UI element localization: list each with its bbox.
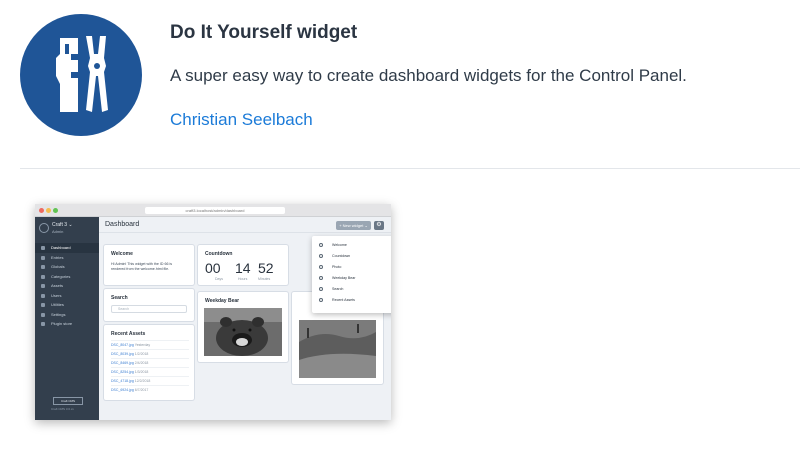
- nav-item-users: Users: [35, 291, 99, 301]
- menu-item-photo: Photo: [318, 262, 391, 272]
- site-switcher: Craft 3 ⌄ Admin: [38, 221, 96, 237]
- url-bar: craft3.localhost/admin/dashboard: [145, 207, 285, 214]
- nav-item-categories: Categories: [35, 272, 99, 282]
- menu-item-search: Search: [318, 284, 391, 294]
- minimize-dot-icon: [46, 208, 51, 213]
- menu-item-countdown: Countdown: [318, 251, 391, 261]
- site-name: Craft 3 ⌄: [52, 222, 73, 228]
- craft-badge: Craft CMS: [53, 397, 83, 405]
- nav-item-assets: Assets: [35, 281, 99, 291]
- site-icon: [39, 223, 49, 233]
- weekday-bear-widget: Weekday Bear: [198, 292, 288, 362]
- cp-sidebar: Craft 3 ⌄ Admin Dashboard Entries Global…: [35, 217, 99, 420]
- folder-icon: [41, 274, 45, 279]
- list-item: DSC_8469.jpg 2/4/2018: [111, 358, 189, 367]
- nav-item-entries: Entries: [35, 253, 99, 263]
- list-item: DSC_8039.jpg 1/2/2018: [111, 349, 189, 358]
- cp-nav: Dashboard Entries Globals Categories Ass…: [35, 243, 99, 329]
- widget-icon: [319, 276, 323, 280]
- widget-heading: Welcome: [111, 251, 133, 257]
- gauge-icon: [41, 246, 45, 250]
- nav-item-plugin-store: Plugin store: [35, 319, 99, 329]
- countdown-days: 00: [205, 260, 221, 276]
- recent-assets-widget: Recent Assets DSC_8047.jpg Yesterday DSC…: [104, 325, 194, 400]
- gear-icon: ⚙: [374, 221, 384, 230]
- widget-icon: [319, 265, 323, 269]
- craft-version: Craft CMS 3.0.xx: [51, 407, 74, 411]
- countdown-hours-label: Hours: [238, 277, 248, 281]
- image-icon: [41, 284, 45, 288]
- list-item: DSC_8047.jpg Yesterday: [111, 340, 189, 349]
- users-icon: [41, 293, 45, 298]
- menu-item-welcome: Welcome: [318, 240, 391, 250]
- close-dot-icon: [39, 208, 44, 213]
- countdown-minutes: 52: [258, 260, 274, 276]
- plugin-logo: [20, 14, 142, 136]
- landscape-photo: [299, 320, 376, 378]
- bear-photo: [204, 308, 282, 356]
- plugin-screenshot: craft3.localhost/admin/dashboard Craft 3…: [35, 204, 391, 420]
- new-widget-menu: Welcome Countdown Photo Weekday Bear Sea…: [312, 236, 391, 313]
- divider: [20, 168, 800, 169]
- plugin-description: A super easy way to create dashboard wid…: [170, 66, 687, 85]
- nav-item-globals: Globals: [35, 262, 99, 272]
- widget-icon: [319, 254, 323, 258]
- countdown-hours: 14: [235, 260, 251, 276]
- widget-heading: Countdown: [205, 251, 233, 257]
- menu-item-recent-assets: Recent Assets: [318, 295, 391, 305]
- widget-heading: Recent Assets: [111, 331, 146, 337]
- search-widget: Search Search: [104, 289, 194, 321]
- nav-item-dashboard: Dashboard: [35, 243, 99, 253]
- welcome-text: rendered from the welcome.html file.: [111, 267, 170, 271]
- countdown-widget: Countdown 00 14 52 Days Hours Minutes: [198, 245, 288, 285]
- countdown-minutes-label: Minutes: [258, 277, 271, 281]
- cp-content: Dashboard + New widget ⌄ ⚙ Welcome Hi Ad…: [99, 217, 391, 420]
- page-title: Dashboard: [105, 221, 140, 228]
- menu-item-weekday-bear: Weekday Bear: [318, 273, 391, 283]
- widget-heading: Search: [111, 295, 128, 301]
- welcome-widget: Welcome Hi Admin! This widget with the I…: [104, 245, 194, 285]
- search-input: Search: [111, 305, 187, 313]
- site-user: Admin: [52, 229, 64, 234]
- browser-chrome: craft3.localhost/admin/dashboard: [35, 204, 391, 217]
- wrench-icon: [41, 303, 45, 307]
- clock-icon: [319, 298, 323, 302]
- globe-icon: [41, 265, 45, 269]
- list-item: DSC_6924.jpg 6/7/2017: [111, 385, 189, 394]
- pliers-ruler-icon: [56, 36, 108, 112]
- list-item: DSC_4718.jpg 12/2/2018: [111, 376, 189, 385]
- widget-icon: [319, 243, 323, 247]
- dashboard-topbar: Dashboard + New widget ⌄ ⚙: [99, 217, 391, 233]
- nav-item-utilities: Utilities: [35, 300, 99, 310]
- nav-item-settings: Settings: [35, 310, 99, 320]
- plug-icon: [41, 322, 45, 326]
- maximize-dot-icon: [53, 208, 58, 213]
- author-link[interactable]: Christian Seelbach: [170, 110, 313, 130]
- widget-heading: Weekday Bear: [205, 298, 240, 304]
- plugin-title: Do It Yourself widget: [170, 22, 358, 43]
- entries-icon: [41, 255, 45, 260]
- list-item: DSC_8254.jpg 1/3/2018: [111, 367, 189, 376]
- gear-icon: [41, 312, 45, 317]
- search-icon: [319, 287, 323, 291]
- countdown-days-label: Days: [215, 277, 223, 281]
- new-widget-button: + New widget ⌄: [336, 221, 371, 230]
